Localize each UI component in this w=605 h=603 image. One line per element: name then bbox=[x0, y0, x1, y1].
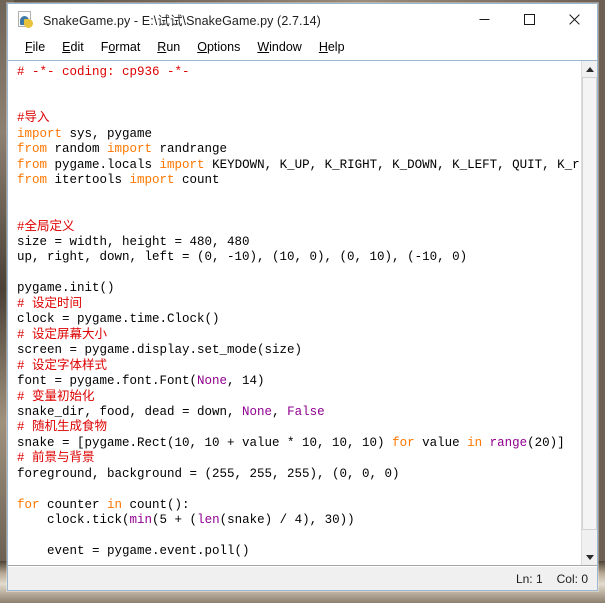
menu-item-window[interactable]: Window bbox=[249, 39, 310, 55]
maximize-button[interactable] bbox=[507, 4, 552, 35]
menu-item-help[interactable]: Help bbox=[311, 39, 354, 55]
scroll-down-button[interactable] bbox=[582, 549, 597, 565]
close-button[interactable] bbox=[552, 4, 597, 35]
scroll-down-icon bbox=[585, 554, 594, 560]
minimize-icon bbox=[479, 19, 490, 20]
python-idle-icon bbox=[18, 11, 35, 28]
scroll-up-button[interactable] bbox=[582, 61, 597, 77]
title-bar[interactable]: SnakeGame.py - E:\试试\SnakeGame.py (2.7.1… bbox=[8, 4, 597, 35]
code-text-area[interactable]: # -*- coding: cp936 -*- #导入 import sys, … bbox=[8, 61, 581, 565]
scroll-up-icon bbox=[585, 66, 594, 72]
source-code: # -*- coding: cp936 -*- #导入 import sys, … bbox=[17, 65, 581, 559]
menu-bar: File Edit Format Run Options Window Help bbox=[8, 35, 597, 60]
menu-item-format[interactable]: Format bbox=[93, 39, 150, 55]
maximize-icon bbox=[524, 14, 535, 25]
vertical-scrollbar[interactable] bbox=[581, 61, 597, 565]
menu-item-edit[interactable]: Edit bbox=[54, 39, 93, 55]
menu-item-options[interactable]: Options bbox=[189, 39, 249, 55]
minimize-button[interactable] bbox=[462, 4, 507, 35]
menu-item-run[interactable]: Run bbox=[149, 39, 189, 55]
close-icon bbox=[569, 14, 580, 25]
window-title: SnakeGame.py - E:\试试\SnakeGame.py (2.7.1… bbox=[43, 14, 321, 28]
menu-item-file[interactable]: File bbox=[17, 39, 54, 55]
status-bar: Ln: 1 Col: 0 bbox=[8, 566, 597, 590]
scrollbar-track[interactable] bbox=[582, 77, 597, 549]
line-indicator: Ln: 1 bbox=[515, 571, 543, 586]
window-controls bbox=[462, 4, 597, 35]
editor-area: # -*- coding: cp936 -*- #导入 import sys, … bbox=[8, 60, 597, 566]
idle-editor-window: SnakeGame.py - E:\试试\SnakeGame.py (2.7.1… bbox=[7, 3, 598, 591]
column-indicator: Col: 0 bbox=[556, 571, 588, 586]
scrollbar-thumb[interactable] bbox=[582, 77, 597, 531]
